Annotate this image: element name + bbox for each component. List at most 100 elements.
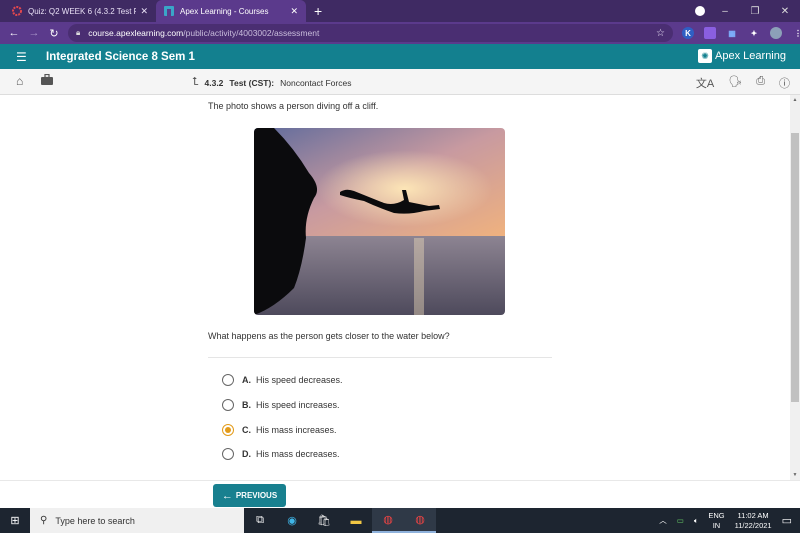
time: 11:02 AM (737, 510, 769, 520)
bookmark-star-icon[interactable]: ☆ (656, 28, 665, 39)
translate-icon[interactable]: 文A (696, 75, 714, 91)
option-text: His speed increases. (256, 400, 340, 410)
vertical-scrollbar[interactable]: ▲ ▼ (790, 95, 800, 480)
system-tray: ︿ ▭ 🔈︎ ENG IN 11:02 AM 11/22/2021 ▭ (659, 508, 800, 533)
tab-quiz[interactable]: Quiz: Q2 WEEK 6 (4.3.2 Test Refle ✕ (4, 0, 156, 22)
apex-logo: ✺ Apex Learning (698, 49, 786, 63)
course-header: ☰ Integrated Science 8 Sem 1 ✺ Apex Lear… (0, 44, 800, 69)
previous-label: PREVIOUS (235, 491, 278, 500)
new-tab-button[interactable]: + (314, 3, 322, 19)
puzzle-extensions-icon[interactable]: ✦ (748, 27, 760, 39)
extensions-area: K ▦ ✦ ⋮ (682, 25, 800, 41)
question-intro: The photo shows a person diving off a cl… (208, 101, 379, 111)
print-icon[interactable]: ⎙ (756, 75, 765, 91)
reload-icon[interactable]: ↻ (44, 27, 64, 40)
lock-icon: 🔒︎ (76, 28, 81, 37)
divider (208, 357, 552, 358)
url-path: /public/activity/4003002/assessment (183, 28, 320, 38)
tab-title: Apex Learning - Courses (180, 6, 269, 16)
answer-option-d[interactable]: D. His mass decreases. (222, 448, 340, 460)
address-bar[interactable]: 🔒︎ course.apexlearning.com/public/activi… (68, 24, 673, 42)
arrow-left-icon: ← (221, 489, 233, 502)
chevron-up-icon[interactable]: ︿ (659, 515, 667, 526)
close-window-button[interactable]: ✕ (770, 6, 800, 17)
photo-image (254, 128, 505, 315)
back-icon[interactable]: ← (4, 27, 24, 39)
option-letter: C. (242, 425, 251, 435)
minimize-button[interactable]: – (710, 6, 740, 17)
file-explorer-icon[interactable]: ▬ (340, 508, 372, 533)
help-icon[interactable]: ⓘ (779, 75, 790, 91)
option-text: His mass decreases. (256, 449, 340, 459)
volume-icon[interactable]: 🔈︎ (694, 516, 699, 526)
radio-button[interactable] (222, 374, 234, 386)
search-icon: ⚲ (40, 515, 48, 526)
extension-icon[interactable] (704, 27, 716, 39)
up-arrow-icon[interactable]: ⮤ (192, 76, 199, 89)
hamburger-menu-icon[interactable]: ☰ (16, 50, 30, 64)
toolbar-tools: 文A 🗣︎ ⎙ ⓘ (696, 75, 790, 91)
apex-logo-icon: ✺ (698, 49, 713, 63)
browser-toolbar: ← → ↻ 🔒︎ course.apexlearning.com/public/… (0, 22, 800, 44)
scrollbar-thumb[interactable] (791, 133, 799, 402)
option-text: His mass increases. (256, 425, 337, 435)
chrome-icon[interactable]: ◍ (372, 508, 404, 533)
language-code: ENG (708, 510, 725, 520)
canvas-icon (12, 6, 22, 16)
edge-browser-icon[interactable]: ◉ (276, 508, 308, 533)
scroll-down-icon[interactable]: ▼ (790, 472, 800, 478)
radio-button-selected[interactable] (222, 424, 234, 436)
maximize-button[interactable]: ❐ (740, 6, 770, 17)
tab-apex[interactable]: Apex Learning - Courses ✕ (156, 0, 306, 22)
radio-button[interactable] (222, 399, 234, 411)
activity-bar: ⌂ ⮤ 4.3.2 Test (CST): Noncontact Forces … (0, 69, 800, 95)
windows-start-icon[interactable]: ⊞ (0, 514, 30, 527)
task-view-icon[interactable]: ⧉ (244, 508, 276, 533)
activity-number: 4.3.2 (204, 77, 224, 88)
tab-title: Quiz: Q2 WEEK 6 (4.3.2 Test Refle (28, 6, 136, 16)
date: 11/22/2021 (734, 520, 772, 530)
search-placeholder: Type here to search (55, 515, 135, 526)
forward-icon[interactable]: → (24, 27, 44, 39)
cliff-diver-photo (254, 128, 505, 315)
question-panel: The photo shows a person diving off a cl… (0, 95, 790, 480)
briefcase-icon[interactable] (41, 73, 53, 88)
browser-tab-bar: Quiz: Q2 WEEK 6 (4.3.2 Test Refle ✕ Apex… (0, 0, 800, 22)
kami-extension-icon[interactable]: K (682, 27, 694, 39)
notifications-icon[interactable]: ▭ (782, 514, 792, 527)
taskbar-search[interactable]: ⚲ Type here to search (30, 508, 244, 533)
chrome-profile-icon[interactable]: ◍ (404, 508, 436, 533)
previous-button[interactable]: ← PREVIOUS (213, 484, 286, 507)
read-aloud-icon[interactable]: 🗣︎ (728, 75, 742, 91)
radio-button[interactable] (222, 448, 234, 460)
close-tab-icon[interactable]: ✕ (290, 6, 298, 17)
answer-option-a[interactable]: A. His speed decreases. (222, 374, 343, 386)
answer-option-c[interactable]: C. His mass increases. (222, 424, 337, 436)
apex-icon (164, 6, 174, 16)
option-letter: D. (242, 449, 251, 459)
store-icon[interactable]: 🛍︎ (308, 508, 340, 533)
question-prompt: What happens as the person gets closer t… (208, 331, 450, 341)
activity-type: Test (CST): (229, 77, 275, 88)
activity-title: Noncontact Forces (280, 77, 352, 88)
browser-menu-icon[interactable]: ⋮ (792, 27, 800, 39)
course-title: Integrated Science 8 Sem 1 (46, 50, 195, 63)
scroll-up-icon[interactable]: ▲ (790, 97, 800, 103)
profile-avatar-icon[interactable] (770, 27, 782, 39)
assessment-footer: ← PREVIOUS (0, 480, 800, 508)
media-control-icon[interactable] (695, 6, 705, 16)
option-text: His speed decreases. (256, 375, 343, 385)
close-tab-icon[interactable]: ✕ (140, 6, 148, 17)
home-icon[interactable]: ⌂ (16, 74, 23, 88)
answer-option-b[interactable]: B. His speed increases. (222, 399, 340, 411)
grid-extension-icon[interactable]: ▦ (726, 27, 738, 39)
brand-name: Apex Learning (715, 50, 786, 62)
window-controls: – ❐ ✕ (710, 0, 800, 22)
battery-icon[interactable]: ▭ (677, 516, 684, 525)
breadcrumb: ⮤ 4.3.2 Test (CST): Noncontact Forces (192, 76, 351, 89)
clock[interactable]: 11:02 AM 11/22/2021 (735, 511, 772, 531)
url-host: course.apexlearning.com (88, 28, 184, 38)
windows-taskbar: ⊞ ⚲ Type here to search ⧉ ◉ 🛍︎ ▬ ◍ ◍ ︿ ▭… (0, 508, 800, 533)
option-letter: A. (242, 375, 251, 385)
language-indicator[interactable]: ENG IN (708, 511, 724, 531)
